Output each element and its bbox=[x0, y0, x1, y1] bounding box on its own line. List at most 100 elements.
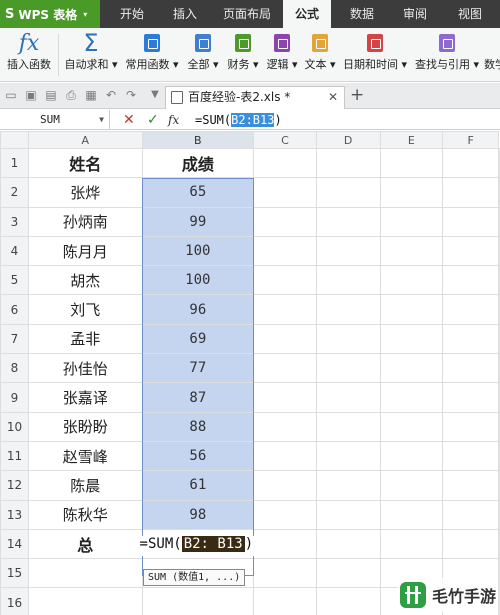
row-header[interactable]: 12 bbox=[0, 470, 29, 501]
cell-e3[interactable] bbox=[379, 206, 444, 237]
lookup-functions-button[interactable]: 查找与引用 ▾ bbox=[412, 28, 482, 82]
cell-d13[interactable] bbox=[315, 499, 381, 530]
cell-e6[interactable] bbox=[379, 294, 444, 325]
cell-b16[interactable] bbox=[141, 587, 255, 615]
cell-e11[interactable] bbox=[379, 440, 444, 472]
cell-a16[interactable] bbox=[27, 587, 143, 615]
redo-icon[interactable]: ↷ bbox=[124, 88, 138, 102]
cell-d2[interactable] bbox=[315, 177, 381, 208]
cell-b6[interactable]: 96 bbox=[141, 294, 255, 325]
cell-g11[interactable] bbox=[498, 440, 500, 472]
tab-formulas[interactable]: 公式 bbox=[283, 0, 331, 28]
cell-f2[interactable] bbox=[442, 177, 499, 208]
cell-b5[interactable]: 100 bbox=[141, 265, 255, 296]
cell-e1[interactable] bbox=[379, 147, 444, 179]
cell-b12[interactable]: 61 bbox=[141, 470, 255, 501]
cell-a15[interactable] bbox=[27, 558, 143, 589]
cell-e13[interactable] bbox=[379, 499, 444, 530]
cell-b2[interactable]: 65 bbox=[141, 177, 255, 208]
cell-a6[interactable]: 刘飞 bbox=[27, 294, 143, 325]
cell-g5[interactable] bbox=[498, 265, 500, 296]
cell-c16[interactable] bbox=[253, 587, 317, 615]
cell-a5[interactable]: 胡杰 bbox=[27, 265, 143, 296]
all-functions-button[interactable]: 全部 ▾ bbox=[184, 28, 222, 82]
cell-a14[interactable]: 总 bbox=[27, 528, 143, 560]
autosum-button[interactable]: Σ 自动求和 ▾ bbox=[62, 28, 120, 82]
row-header[interactable]: 14 bbox=[0, 528, 29, 560]
cell-c9[interactable] bbox=[253, 382, 317, 413]
new-tab-plus-icon[interactable]: + bbox=[350, 85, 364, 105]
row-header[interactable]: 10 bbox=[0, 411, 29, 442]
print-preview-icon[interactable]: ▤ bbox=[44, 88, 58, 102]
cell-e12[interactable] bbox=[379, 470, 444, 501]
cell-d9[interactable] bbox=[315, 382, 381, 413]
cell-g3[interactable] bbox=[498, 206, 500, 237]
cell-c6[interactable] bbox=[253, 294, 317, 325]
cell-d3[interactable] bbox=[315, 206, 381, 237]
cell-f9[interactable] bbox=[442, 382, 499, 413]
cell-a11[interactable]: 赵雪峰 bbox=[27, 440, 143, 472]
cell-c4[interactable] bbox=[253, 235, 317, 267]
cell-c15[interactable] bbox=[253, 558, 317, 589]
cell-f13[interactable] bbox=[442, 499, 499, 530]
fx-icon[interactable]: fx bbox=[168, 110, 179, 130]
cell-b14[interactable]: =SUM(B2: B13) bbox=[139, 528, 256, 560]
cell-g10[interactable] bbox=[498, 411, 500, 442]
cell-d14[interactable] bbox=[315, 528, 381, 560]
cell-a10[interactable]: 张盼盼 bbox=[27, 411, 143, 442]
column-header-b[interactable]: B bbox=[141, 131, 255, 149]
cell-f7[interactable] bbox=[442, 323, 499, 355]
cell-g14[interactable] bbox=[498, 528, 500, 560]
cell-f11[interactable] bbox=[442, 440, 499, 472]
text-functions-button[interactable]: 文本 ▾ bbox=[302, 28, 338, 82]
tab-review[interactable]: 审阅 bbox=[395, 0, 435, 28]
cell-a9[interactable]: 张嘉译 bbox=[27, 382, 143, 413]
chevron-down-icon[interactable]: ▼ bbox=[99, 110, 104, 130]
tab-data[interactable]: 数据 bbox=[342, 0, 382, 28]
cell-e9[interactable] bbox=[379, 382, 444, 413]
cell-d15[interactable] bbox=[315, 558, 381, 589]
row-header[interactable]: 15 bbox=[0, 558, 29, 589]
insert-function-button[interactable]: fx 插入函数 bbox=[2, 28, 56, 82]
cell-e4[interactable] bbox=[379, 235, 444, 267]
cell-g9[interactable] bbox=[498, 382, 500, 413]
row-header[interactable]: 1 bbox=[0, 147, 29, 179]
cell-b11[interactable]: 56 bbox=[141, 440, 255, 472]
row-header[interactable]: 16 bbox=[0, 587, 29, 615]
cell-a7[interactable]: 孟非 bbox=[27, 323, 143, 355]
cell-d16[interactable] bbox=[315, 587, 381, 615]
cell-g2[interactable] bbox=[498, 177, 500, 208]
column-header-c[interactable]: C bbox=[253, 131, 317, 149]
cell-f3[interactable] bbox=[442, 206, 499, 237]
cell-e10[interactable] bbox=[379, 411, 444, 442]
row-header[interactable]: 4 bbox=[0, 235, 29, 267]
cell-c2[interactable] bbox=[253, 177, 317, 208]
print-icon[interactable]: ⎙ bbox=[64, 88, 78, 102]
cell-d4[interactable] bbox=[315, 235, 381, 267]
cell-f8[interactable] bbox=[442, 353, 499, 384]
cell-f14[interactable] bbox=[442, 528, 499, 560]
row-header[interactable]: 7 bbox=[0, 323, 29, 355]
column-header-d[interactable]: D bbox=[315, 131, 381, 149]
cell-a8[interactable]: 孙佳怡 bbox=[27, 353, 143, 384]
cell-g15[interactable] bbox=[498, 558, 500, 589]
cell-d6[interactable] bbox=[315, 294, 381, 325]
cell-e14[interactable] bbox=[379, 528, 444, 560]
row-header[interactable]: 5 bbox=[0, 265, 29, 296]
cell-g6[interactable] bbox=[498, 294, 500, 325]
select-all-corner[interactable] bbox=[0, 131, 29, 149]
cell-c12[interactable] bbox=[253, 470, 317, 501]
cell-e8[interactable] bbox=[379, 353, 444, 384]
cell-c3[interactable] bbox=[253, 206, 317, 237]
datetime-functions-button[interactable]: 日期和时间 ▾ bbox=[340, 28, 410, 82]
cell-b4[interactable]: 100 bbox=[141, 235, 255, 267]
cell-g8[interactable] bbox=[498, 353, 500, 384]
cell-b1[interactable]: 成绩 bbox=[141, 147, 255, 179]
cell-e7[interactable] bbox=[379, 323, 444, 355]
cell-c8[interactable] bbox=[253, 353, 317, 384]
tab-start[interactable]: 开始 bbox=[112, 0, 152, 28]
column-header-f[interactable]: F bbox=[442, 131, 499, 149]
cell-edit-formula[interactable]: =SUM(B2: B13) bbox=[139, 535, 256, 556]
row-header[interactable]: 2 bbox=[0, 177, 29, 208]
tab-insert[interactable]: 插入 bbox=[165, 0, 205, 28]
